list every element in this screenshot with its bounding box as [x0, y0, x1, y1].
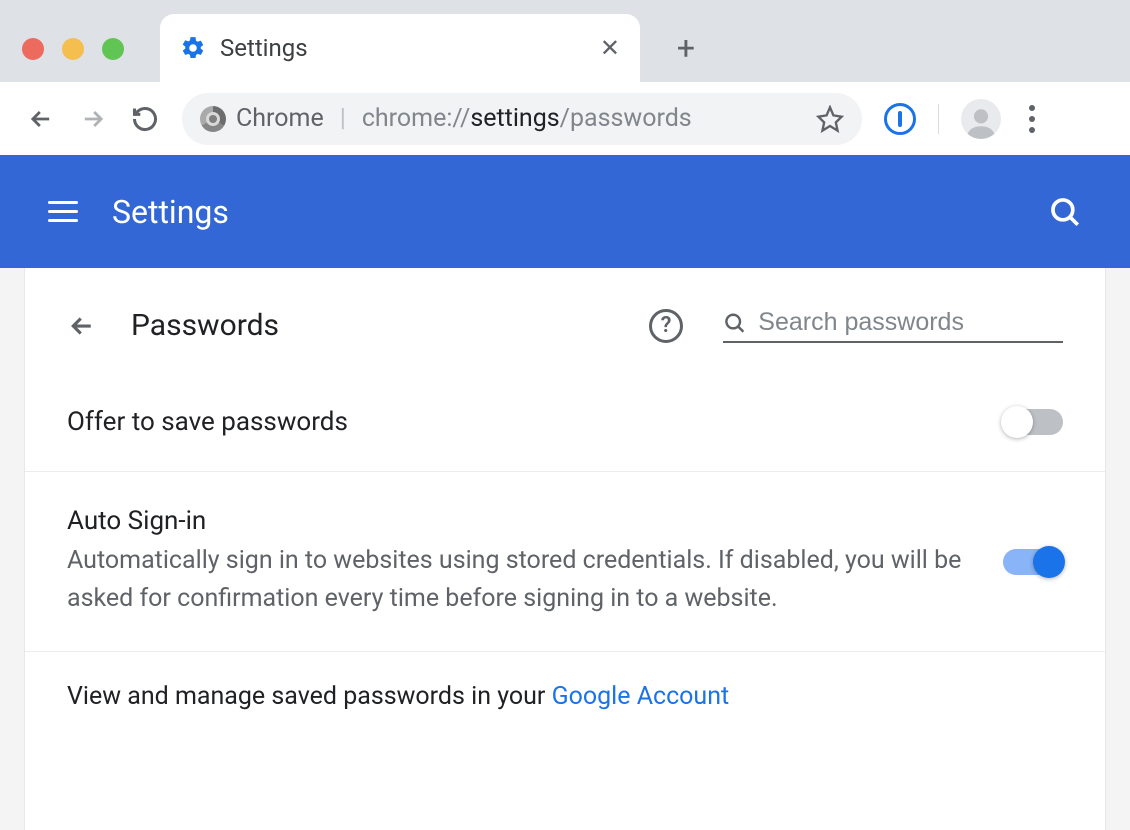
minimize-window-button[interactable]	[62, 38, 84, 60]
auto-signin-desc: Automatically sign in to websites using …	[67, 542, 973, 617]
chrome-menu-button[interactable]	[1023, 99, 1041, 139]
new-tab-button[interactable]: +	[670, 32, 702, 64]
settings-header-title: Settings	[112, 193, 229, 231]
offer-save-passwords-row: Offer to save passwords	[25, 373, 1105, 472]
tab-title: Settings	[220, 34, 308, 62]
profile-avatar[interactable]	[961, 99, 1001, 139]
menu-button[interactable]	[48, 201, 78, 222]
address-bar[interactable]: Chrome | chrome://settings/passwords	[182, 93, 862, 145]
search-icon	[723, 310, 746, 336]
manage-passwords-row: View and manage saved passwords in your …	[25, 652, 1105, 741]
auto-signin-row: Auto Sign-in Automatically sign in to we…	[25, 472, 1105, 652]
close-window-button[interactable]	[22, 38, 44, 60]
settings-content-area: Passwords ? Offer to save passwords Auto…	[0, 268, 1130, 830]
toolbar-divider	[938, 104, 939, 134]
auto-signin-title: Auto Sign-in	[67, 506, 973, 536]
browser-tabstrip: Settings ✕ +	[0, 0, 1130, 82]
gear-icon	[180, 35, 206, 61]
extension-1password-icon[interactable]	[884, 103, 916, 135]
close-tab-button[interactable]: ✕	[600, 34, 620, 62]
back-button[interactable]	[26, 104, 56, 134]
offer-save-title: Offer to save passwords	[67, 407, 973, 437]
browser-toolbar: Chrome | chrome://settings/passwords	[0, 82, 1130, 155]
chrome-icon	[200, 106, 226, 132]
omnibox-separator: |	[340, 104, 346, 133]
browser-tab[interactable]: Settings ✕	[160, 14, 640, 82]
auto-signin-toggle[interactable]	[1003, 549, 1063, 575]
forward-button[interactable]	[78, 104, 108, 134]
omnibox-url: chrome://settings/passwords	[362, 104, 692, 133]
bookmark-star-icon[interactable]	[816, 105, 844, 133]
manage-passwords-text: View and manage saved passwords in your	[67, 682, 552, 711]
google-account-link[interactable]: Google Account	[552, 682, 730, 711]
settings-app-header: Settings	[0, 155, 1130, 268]
offer-save-toggle[interactable]	[1003, 409, 1063, 435]
back-arrow-button[interactable]	[67, 311, 97, 341]
page-title: Passwords	[131, 308, 279, 343]
search-passwords-input[interactable]	[758, 308, 1063, 337]
omnibox-chip: Chrome	[236, 104, 324, 133]
passwords-card: Passwords ? Offer to save passwords Auto…	[24, 268, 1106, 830]
fullscreen-window-button[interactable]	[102, 38, 124, 60]
search-settings-button[interactable]	[1048, 195, 1082, 229]
search-passwords-box[interactable]	[723, 308, 1063, 343]
passwords-card-header: Passwords ?	[25, 308, 1105, 373]
window-controls	[22, 38, 124, 60]
help-icon[interactable]: ?	[649, 309, 683, 343]
reload-button[interactable]	[130, 104, 160, 134]
